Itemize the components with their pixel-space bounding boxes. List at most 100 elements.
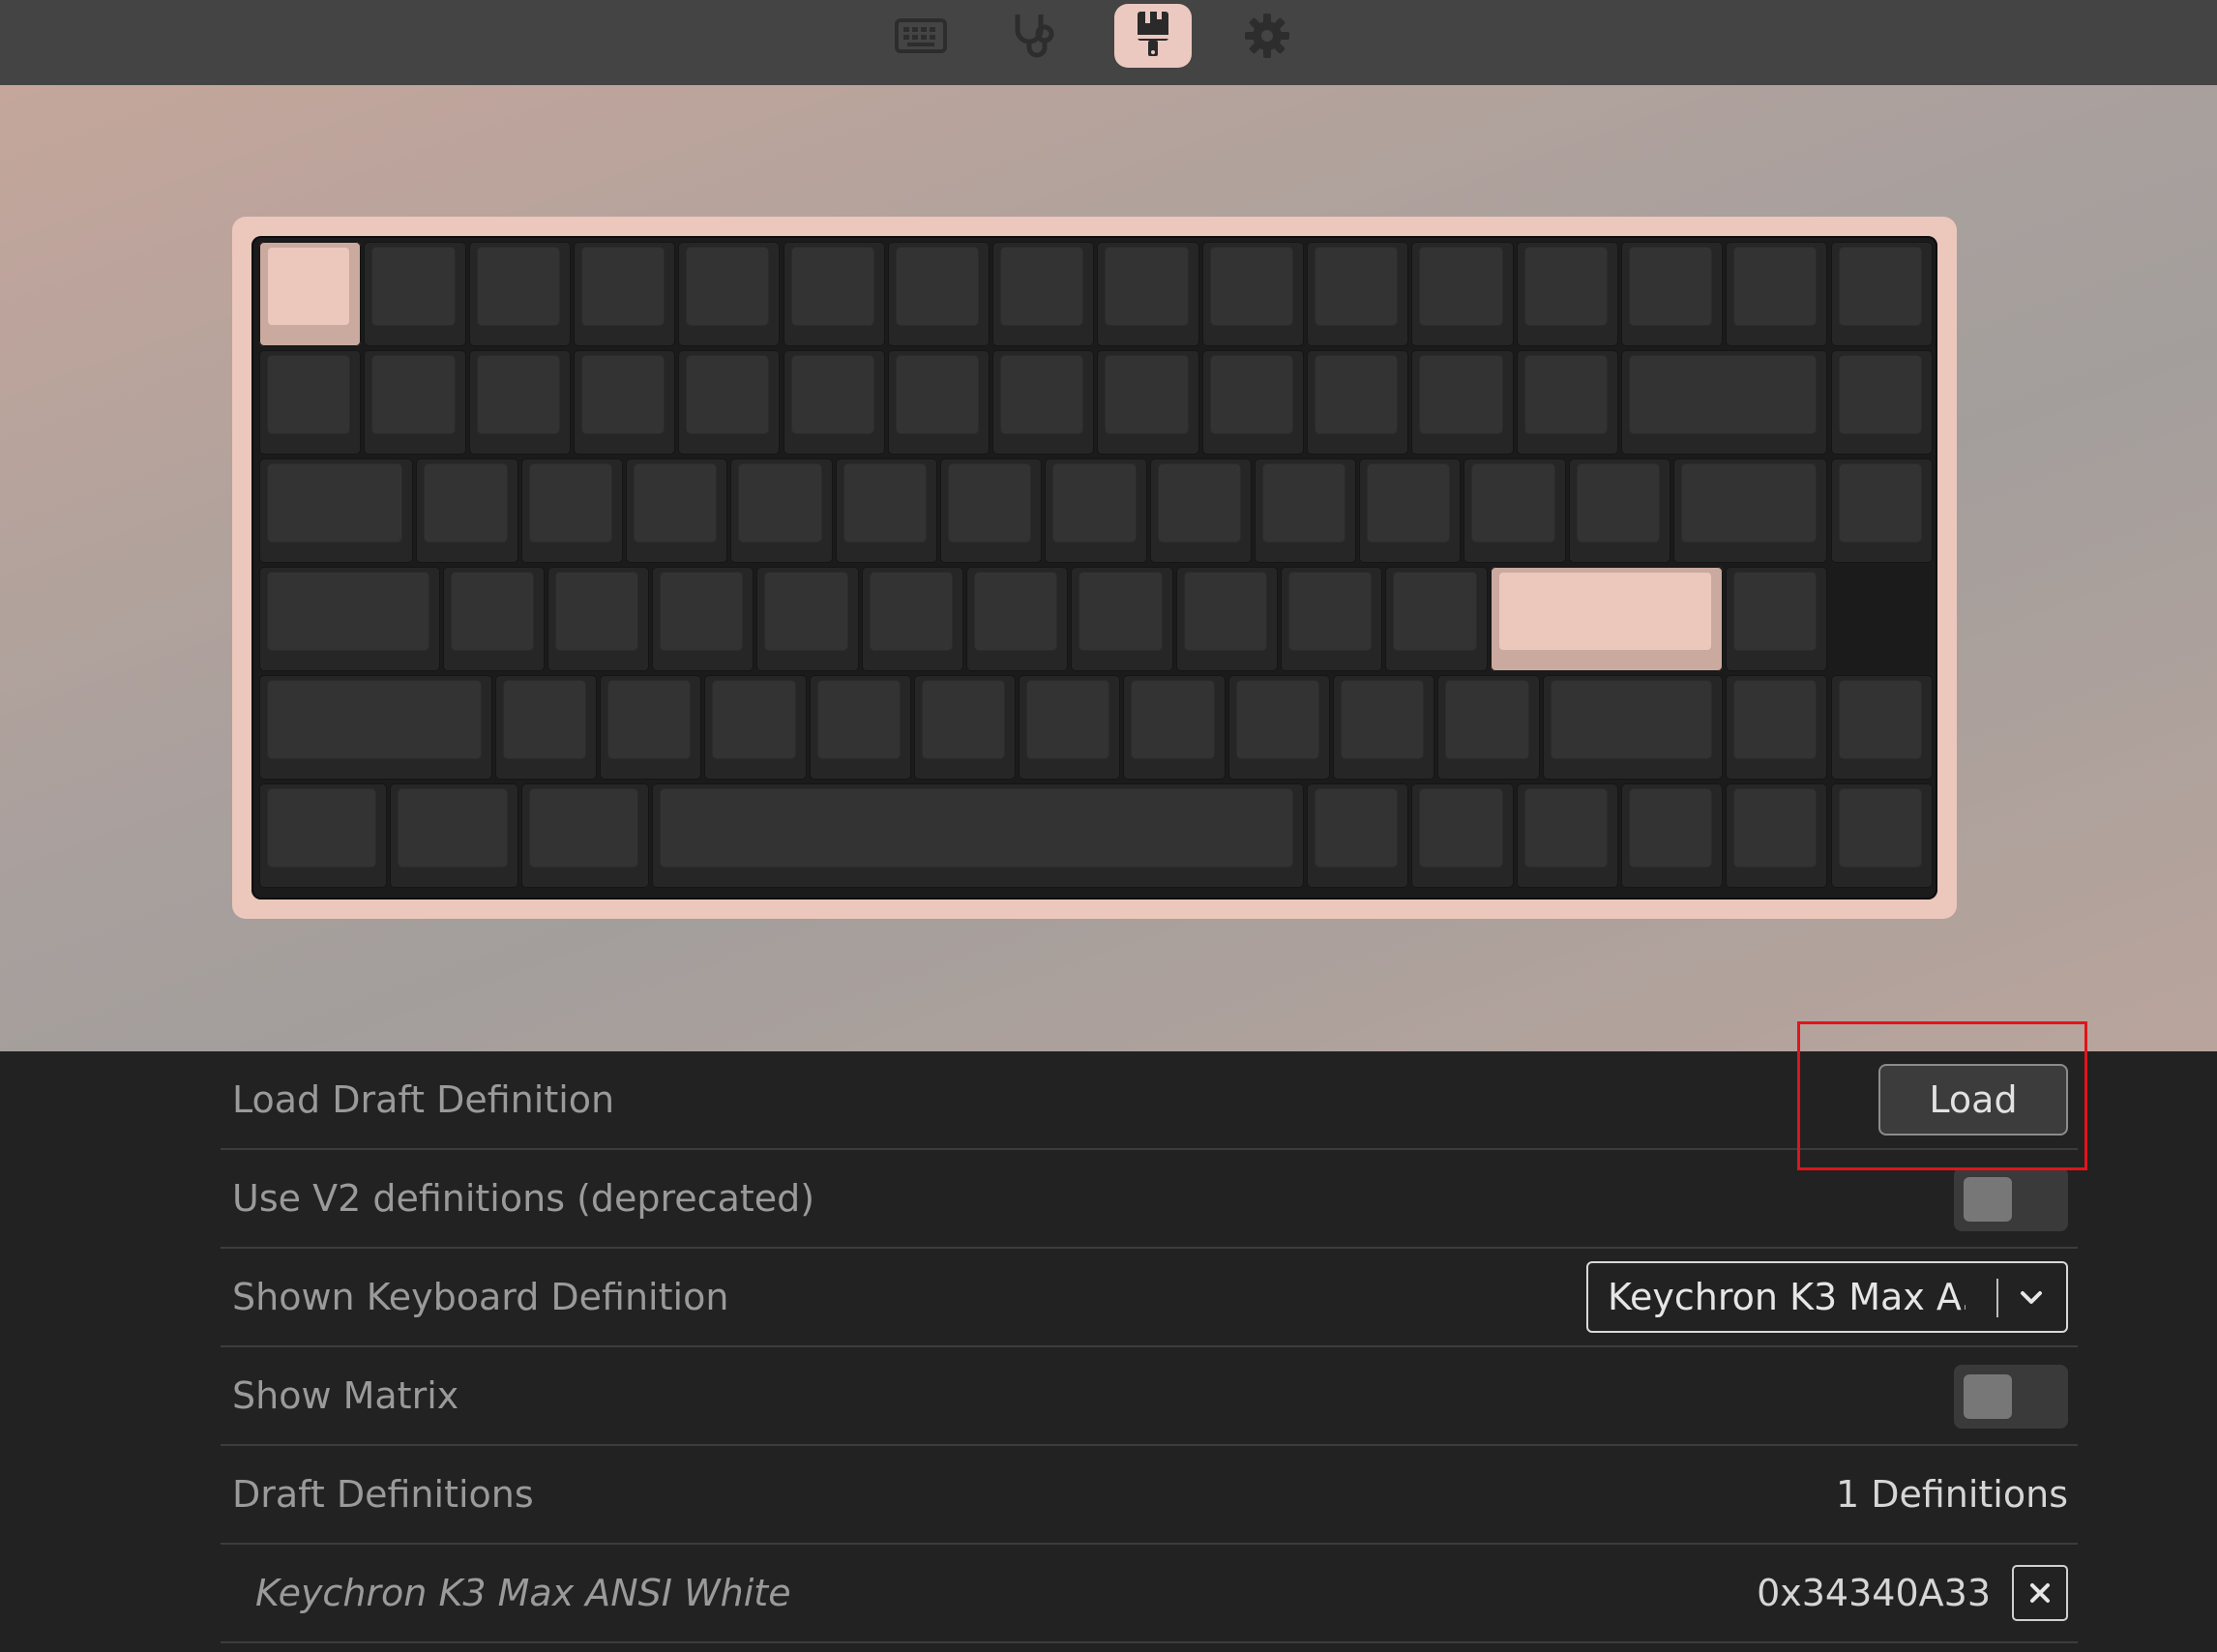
key-row-4-key-9[interactable] [1175,567,1278,671]
keycap-top [635,464,717,542]
key-row-1-key-4[interactable] [573,242,676,346]
key-row-2-key-10[interactable] [1201,350,1304,455]
key-row-1-key-2[interactable] [364,242,466,346]
key-row-4-key-8[interactable] [1071,567,1173,671]
key-row-6-key-4[interactable] [652,783,1304,888]
use-v2-toggle[interactable] [1954,1167,2068,1231]
key-row-2-key-9[interactable] [1097,350,1199,455]
key-row-5-key-10[interactable] [1333,675,1435,780]
key-row-3-key-10[interactable] [1254,458,1357,563]
key-row-1-key-3[interactable] [468,242,571,346]
key-row-5-key-3[interactable] [599,675,702,780]
key-row-3-key-5[interactable] [730,458,833,563]
key-row-3-key-12[interactable] [1463,458,1566,563]
key-row-4-key-2[interactable] [442,567,545,671]
key-row-5-key-13[interactable] [1726,675,1828,780]
key-row-1-key-13[interactable] [1516,242,1618,346]
key-row-5-key-1[interactable] [259,675,492,780]
key-row-6-key-3[interactable] [520,783,650,888]
key-row-2-key-7[interactable] [887,350,990,455]
gear-icon[interactable] [1228,4,1306,68]
key-row-3-key-2[interactable] [416,458,518,563]
key-row-1-key-6[interactable] [783,242,885,346]
key-row-4-key-7[interactable] [966,567,1069,671]
key-row-2-key-3[interactable] [468,350,571,455]
key-row-1-key-11[interactable] [1307,242,1409,346]
key-row-3-key-6[interactable] [835,458,937,563]
key-row-5-key-7[interactable] [1019,675,1121,780]
key-row-4-key-12[interactable] [1490,567,1724,671]
key-row-2-key-8[interactable] [992,350,1095,455]
key-row-1-key-12[interactable] [1411,242,1514,346]
key-row-6-key-1[interactable] [259,783,388,888]
key-row-4-key-11[interactable] [1385,567,1488,671]
key-row-5-key-12[interactable] [1542,675,1724,780]
key-row-6-key-5[interactable] [1307,783,1409,888]
key-row-6-key-9[interactable] [1726,783,1828,888]
key-row-2-key-2[interactable] [364,350,466,455]
key-row-4-key-10[interactable] [1280,567,1383,671]
key-row-2-key-11[interactable] [1307,350,1409,455]
keycap-top [661,573,743,650]
key-row-6-key-8[interactable] [1620,783,1724,888]
key-row-5-key-5[interactable] [809,675,911,780]
key-row-4-key-1[interactable] [259,567,440,671]
key-row-2-key-14[interactable] [1620,350,1828,455]
keycap-top [529,464,612,542]
key-row-1-key-8[interactable] [992,242,1095,346]
key-row-3-key-13[interactable] [1568,458,1671,563]
key-row-6-key-2[interactable] [390,783,518,888]
key-row-4-key-13[interactable] [1726,567,1828,671]
key-row-3-key-7[interactable] [939,458,1043,563]
keyboard-icon[interactable] [882,4,960,68]
key-row-5-key-4[interactable] [704,675,807,780]
toggle-knob [1964,1177,2012,1222]
key-row-5-key-6[interactable] [913,675,1017,780]
keycap-top [607,681,691,758]
key-row-4-key-4[interactable] [652,567,754,671]
key-row-6-key-10[interactable] [1830,783,1933,888]
key-row-1-key-15[interactable] [1726,242,1828,346]
stethoscope-icon[interactable] [996,4,1074,68]
key-row-3-key-14[interactable] [1673,458,1828,563]
key-row-4-key-3[interactable] [547,567,650,671]
remove-definition-button[interactable] [2012,1565,2068,1621]
key-row-1-key-5[interactable] [678,242,781,346]
key-row-5-key-11[interactable] [1437,675,1540,780]
key-row-2-key-4[interactable] [573,350,676,455]
key-row-2-key-13[interactable] [1516,350,1618,455]
key-row-3-key-11[interactable] [1359,458,1462,563]
key-row-3-key-1[interactable] [259,458,414,563]
key-row-3-key-15[interactable] [1830,458,1933,563]
key-row-5-key-8[interactable] [1123,675,1226,780]
key-row-1-key-9[interactable] [1097,242,1199,346]
show-matrix-label: Show Matrix [232,1374,459,1417]
key-row-4-key-5[interactable] [756,567,859,671]
key-row-5-key-2[interactable] [494,675,597,780]
key-row-1-key-7[interactable] [887,242,990,346]
keycap-top [713,681,795,758]
key-row-3-key-9[interactable] [1149,458,1252,563]
paintbrush-icon[interactable] [1114,4,1192,68]
key-row-5-key-14[interactable] [1830,675,1933,780]
key-row-1-key-10[interactable] [1201,242,1304,346]
definition-select[interactable]: Keychron K3 Max A... [1586,1261,2068,1333]
show-matrix-toggle[interactable] [1954,1365,2068,1429]
key-row-4-key-6[interactable] [861,567,964,671]
key-row-3-key-3[interactable] [520,458,624,563]
key-row-2-key-5[interactable] [678,350,781,455]
key-row-1-key-14[interactable] [1620,242,1724,346]
key-row-3-key-4[interactable] [626,458,728,563]
key-row-6-key-7[interactable] [1516,783,1618,888]
key-row-2-key-6[interactable] [783,350,885,455]
key-row-2-key-12[interactable] [1411,350,1514,455]
key-row-1-key-16[interactable] [1830,242,1933,346]
key-row-6-key-6[interactable] [1411,783,1514,888]
key-row-1-key-1[interactable] [259,242,362,346]
keycap-top [555,573,638,650]
key-row-2-key-15[interactable] [1830,350,1933,455]
key-row-2-key-1[interactable] [259,350,362,455]
key-row-3-key-8[interactable] [1045,458,1147,563]
keycap-top [268,681,481,758]
key-row-5-key-9[interactable] [1227,675,1331,780]
